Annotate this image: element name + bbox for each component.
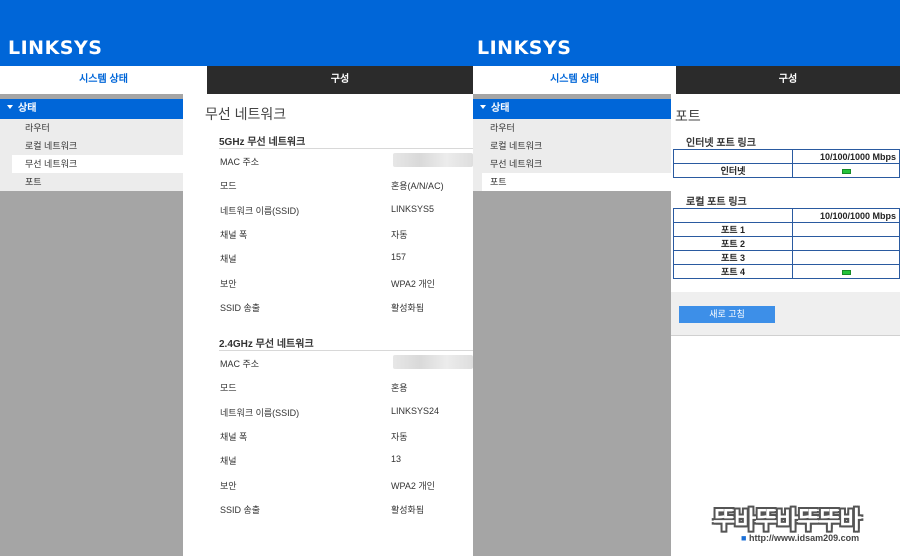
port-name: 포트 3: [673, 250, 793, 265]
table-header-blank: [673, 208, 793, 223]
sidebar-item-router[interactable]: 라우터: [0, 119, 183, 137]
port-row: 포트 2: [673, 236, 900, 251]
row-value: LINKSYS5: [391, 203, 435, 214]
divider: [219, 350, 473, 351]
sidebar-item-ports[interactable]: 포트: [0, 173, 183, 191]
caret-down-icon: [480, 105, 486, 109]
table-header-blank: [673, 149, 793, 164]
port-row: 인터넷: [673, 163, 900, 178]
table-header-row: 10/100/1000 Mbps: [673, 149, 900, 164]
sidebar-header-status[interactable]: 상태: [0, 99, 183, 119]
sidebar-item-router[interactable]: 라우터: [473, 119, 671, 137]
sidebar: 상태 라우터 로컬 네트워크 무선 네트워크 포트: [0, 94, 183, 556]
row-value: 활성화됨: [391, 302, 425, 313]
sidebar-header-label: 상태: [18, 103, 37, 114]
port-name: 포트 4: [673, 264, 793, 279]
linksys-logo: LINKSYS: [8, 37, 103, 59]
row-label: 채널: [220, 254, 237, 265]
internet-port-table: 10/100/1000 Mbps 인터넷: [673, 149, 900, 178]
link-status-cell: [792, 264, 900, 279]
port-row: 포트 3: [673, 250, 900, 265]
sidebar-item-wireless[interactable]: 무선 네트워크: [12, 155, 183, 173]
row-label: MAC 주소: [220, 157, 260, 167]
mac-address-redacted: [393, 153, 473, 167]
row-value: 혼용(A/N/AC): [391, 181, 444, 192]
sidebar-item-local-network[interactable]: 로컬 네트워크: [0, 137, 183, 155]
link-led-icon: [841, 269, 851, 275]
row-value: 157: [391, 252, 407, 263]
watermark-text: 뚜바뚜바뚜뚜바: [713, 506, 862, 534]
tab-configuration[interactable]: 구성: [676, 66, 900, 94]
row-value: WPA2 개인: [391, 278, 435, 289]
row-value: LINKSYS24: [391, 405, 440, 416]
row-label: 채널 폭: [220, 431, 248, 442]
sidebar-header-label: 상태: [491, 103, 510, 114]
section-title-5ghz: 5GHz 무선 네트워크: [219, 137, 306, 148]
watermark-url: ■ http://www.idsam209.com: [741, 533, 859, 543]
row-label: 네트워크 이름(SSID): [220, 205, 300, 216]
sidebar-list: 라우터 로컬 네트워크 무선 네트워크 포트: [0, 119, 183, 191]
link-status-cell: [792, 236, 900, 251]
port-name: 인터넷: [673, 163, 793, 178]
refresh-area: 새로 고침: [671, 292, 900, 336]
row-value: 활성화됨: [391, 504, 425, 515]
link-status-cell: [792, 222, 900, 237]
row-label: SSID 송출: [220, 302, 261, 313]
row-label: MAC 주소: [220, 359, 260, 369]
tab-system-status[interactable]: 시스템 상태: [0, 66, 207, 94]
row-value: 13: [391, 454, 402, 465]
section-title-local-port: 로컬 포트 링크: [686, 197, 747, 208]
table-header-row: 10/100/1000 Mbps: [673, 208, 900, 223]
row-label: 채널: [220, 456, 237, 467]
speed-header: 10/100/1000 Mbps: [792, 149, 900, 164]
sidebar-item-local-network[interactable]: 로컬 네트워크: [473, 137, 671, 155]
tab-system-status[interactable]: 시스템 상태: [473, 66, 676, 94]
section-title-24ghz: 2.4GHz 무선 네트워크: [219, 339, 314, 350]
section-title-internet-port: 인터넷 포트 링크: [686, 138, 756, 149]
link-status-cell: [792, 163, 900, 178]
sidebar-item-ports[interactable]: 포트: [482, 173, 671, 191]
divider: [219, 148, 473, 149]
sidebar-item-wireless[interactable]: 무선 네트워크: [473, 155, 671, 173]
page-title: 무선 네트워크: [205, 106, 287, 122]
port-row: 포트 1: [673, 222, 900, 237]
row-value: WPA2 개인: [391, 480, 435, 491]
sidebar: 상태 라우터 로컬 네트워크 무선 네트워크 포트: [473, 94, 671, 556]
port-name: 포트 1: [673, 222, 793, 237]
watermark: 뚜바뚜바뚜뚜바 ■ http://www.idsam209.com: [707, 500, 893, 552]
row-label: 보안: [220, 278, 237, 289]
tab-configuration[interactable]: 구성: [207, 66, 473, 94]
main-content: 무선 네트워크 5GHz 무선 네트워크 MAC 주소 모드 혼용(A/N/AC) 네…: [183, 94, 473, 556]
row-value: 자동: [391, 431, 408, 442]
link-led-icon: [841, 168, 851, 174]
row-label: 채널 폭: [220, 229, 248, 240]
row-value: 자동: [391, 229, 408, 240]
refresh-button[interactable]: 새로 고침: [679, 306, 775, 323]
left-screenshot-panel: LINKSYS 시스템 상태 구성 상태 라우터 로컬 네트워크 무선 네트워크…: [0, 0, 473, 556]
port-name: 포트 2: [673, 236, 793, 251]
row-label: 모드: [220, 181, 237, 192]
row-label: SSID 송출: [220, 504, 261, 515]
local-port-table: 10/100/1000 Mbps 포트 1 포트 2 포트 3 포트 4: [673, 208, 900, 279]
speed-header: 10/100/1000 Mbps: [792, 208, 900, 223]
sidebar-header-status[interactable]: 상태: [473, 99, 671, 119]
header-banner: LINKSYS: [473, 0, 900, 66]
right-screenshot-panel: LINKSYS 시스템 상태 구성 상태 라우터 로컬 네트워크 무선 네트워크…: [473, 0, 900, 556]
link-status-cell: [792, 250, 900, 265]
row-label: 모드: [220, 383, 237, 394]
row-value: 혼용: [391, 383, 408, 394]
row-label: 보안: [220, 480, 237, 491]
sidebar-list: 라우터 로컬 네트워크 무선 네트워크 포트: [473, 119, 671, 191]
square-icon: ■: [741, 533, 747, 543]
watermark-url-text: http://www.idsam209.com: [748, 533, 860, 543]
row-label: 네트워크 이름(SSID): [220, 407, 300, 418]
caret-down-icon: [7, 105, 13, 109]
port-row: 포트 4: [673, 264, 900, 279]
mac-address-redacted: [393, 355, 473, 369]
page-title: 포트: [675, 108, 701, 124]
header-banner: LINKSYS: [0, 0, 473, 66]
linksys-logo: LINKSYS: [477, 37, 572, 59]
